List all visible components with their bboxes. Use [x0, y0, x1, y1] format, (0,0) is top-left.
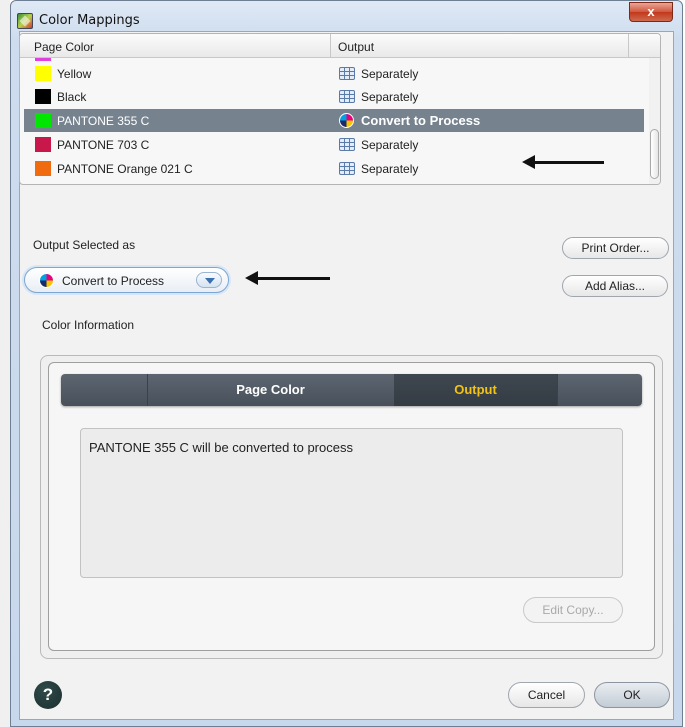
color-swatch — [35, 58, 51, 61]
annotation-arrow-icon — [245, 271, 330, 285]
color-swatch — [35, 113, 51, 128]
cancel-button[interactable]: Cancel — [508, 682, 585, 708]
color-info-message-box: PANTONE 355 C will be converted to proce… — [80, 428, 623, 578]
annotation-arrow-icon — [522, 155, 604, 169]
tab-page-color[interactable]: Page Color — [147, 374, 394, 406]
page-color-name: PANTONE 703 C — [57, 138, 150, 152]
color-info-message: PANTONE 355 C will be converted to proce… — [89, 440, 353, 455]
column-header-page-color[interactable]: Page Color — [34, 40, 94, 54]
output-value: Separately — [361, 67, 419, 81]
table-row[interactable]: Yellow Separately — [24, 62, 644, 85]
ok-button[interactable]: OK — [594, 682, 670, 708]
column-header-output[interactable]: Output — [338, 40, 374, 54]
scrollbar-thumb[interactable] — [650, 129, 659, 179]
column-divider — [330, 34, 331, 58]
table-row[interactable]: Black Separately — [24, 85, 644, 108]
output-value: Separately — [361, 90, 419, 104]
separately-icon — [339, 67, 355, 80]
edit-copy-button[interactable]: Edit Copy... — [523, 597, 623, 623]
tab-divider — [557, 374, 558, 406]
process-icon — [39, 273, 54, 288]
table-row[interactable]: PANTONE 703 C Separately — [24, 133, 644, 156]
window-title: Color Mappings — [39, 13, 140, 28]
separately-icon — [339, 90, 355, 103]
chevron-down-icon[interactable] — [196, 272, 222, 288]
table-header: Page Color Output — [20, 34, 660, 58]
table-body: Yellow Separately Black Separately PANTO… — [24, 58, 644, 184]
color-swatch — [35, 137, 51, 152]
output-value: Convert to Process — [361, 113, 481, 128]
color-swatch — [35, 89, 51, 104]
tab-output[interactable]: Output — [394, 374, 557, 406]
page-color-name: PANTONE Orange 021 C — [57, 162, 193, 176]
table-row-selected[interactable]: PANTONE 355 C Convert to Process — [24, 109, 644, 132]
color-information-label: Color Information — [42, 318, 135, 332]
close-button[interactable]: x — [629, 2, 673, 22]
color-swatch — [35, 66, 51, 81]
process-icon — [339, 113, 354, 128]
help-icon[interactable]: ? — [34, 681, 62, 709]
page-color-name: PANTONE 355 C — [57, 114, 150, 128]
output-value: Separately — [361, 138, 419, 152]
page-color-name: Yellow — [57, 67, 92, 81]
color-info-tab-bar: Page Color Output — [61, 374, 642, 406]
output-selected-label: Output Selected as — [33, 238, 136, 252]
output-selected-dropdown[interactable]: Convert to Process — [24, 267, 229, 293]
background-desktop-strip — [0, 0, 10, 727]
separately-icon — [339, 162, 355, 175]
column-divider — [628, 34, 629, 58]
color-swatch — [35, 161, 51, 176]
separately-icon — [339, 138, 355, 151]
add-alias-button[interactable]: Add Alias... — [562, 275, 668, 297]
dropdown-value: Convert to Process — [62, 274, 165, 288]
output-value: Separately — [361, 162, 419, 176]
app-icon — [17, 13, 33, 29]
print-order-button[interactable]: Print Order... — [562, 237, 669, 259]
page-color-name: Black — [57, 90, 87, 104]
